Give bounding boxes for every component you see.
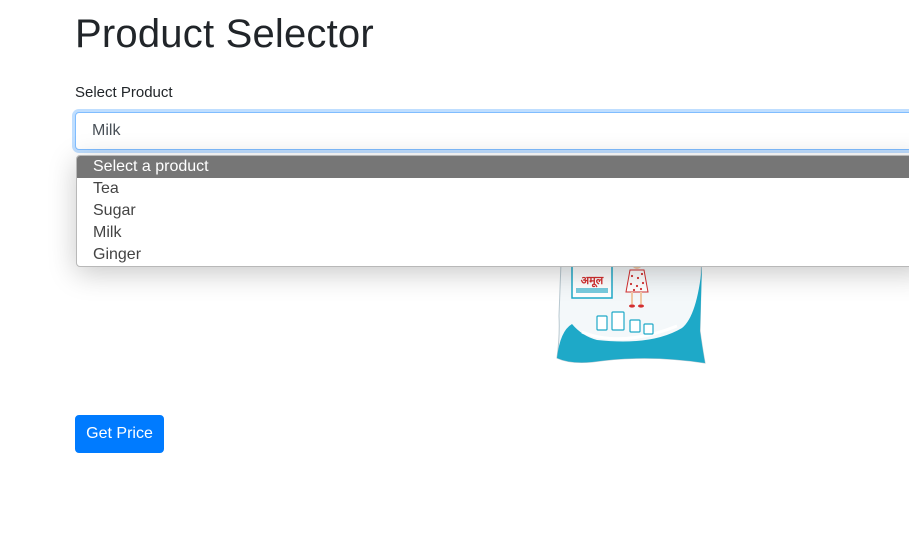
dropdown-option-ginger[interactable]: Ginger [77,244,909,266]
product-dropdown-list: Select a product Tea Sugar Milk Ginger [76,155,909,267]
dropdown-option-tea[interactable]: Tea [77,178,909,200]
pouch-logo-text: अमूल [581,274,604,288]
dropdown-option-sugar[interactable]: Sugar [77,200,909,222]
page-title: Product Selector [75,12,374,56]
dropdown-option-placeholder[interactable]: Select a product [77,156,909,178]
product-select[interactable]: Milk [75,112,909,150]
product-select-value: Milk [92,122,121,139]
get-price-button[interactable]: Get Price [75,415,164,453]
page: Product Selector Select Product Milk Sel… [0,0,909,545]
select-product-label: Select Product [75,84,173,101]
dropdown-option-milk[interactable]: Milk [77,222,909,244]
